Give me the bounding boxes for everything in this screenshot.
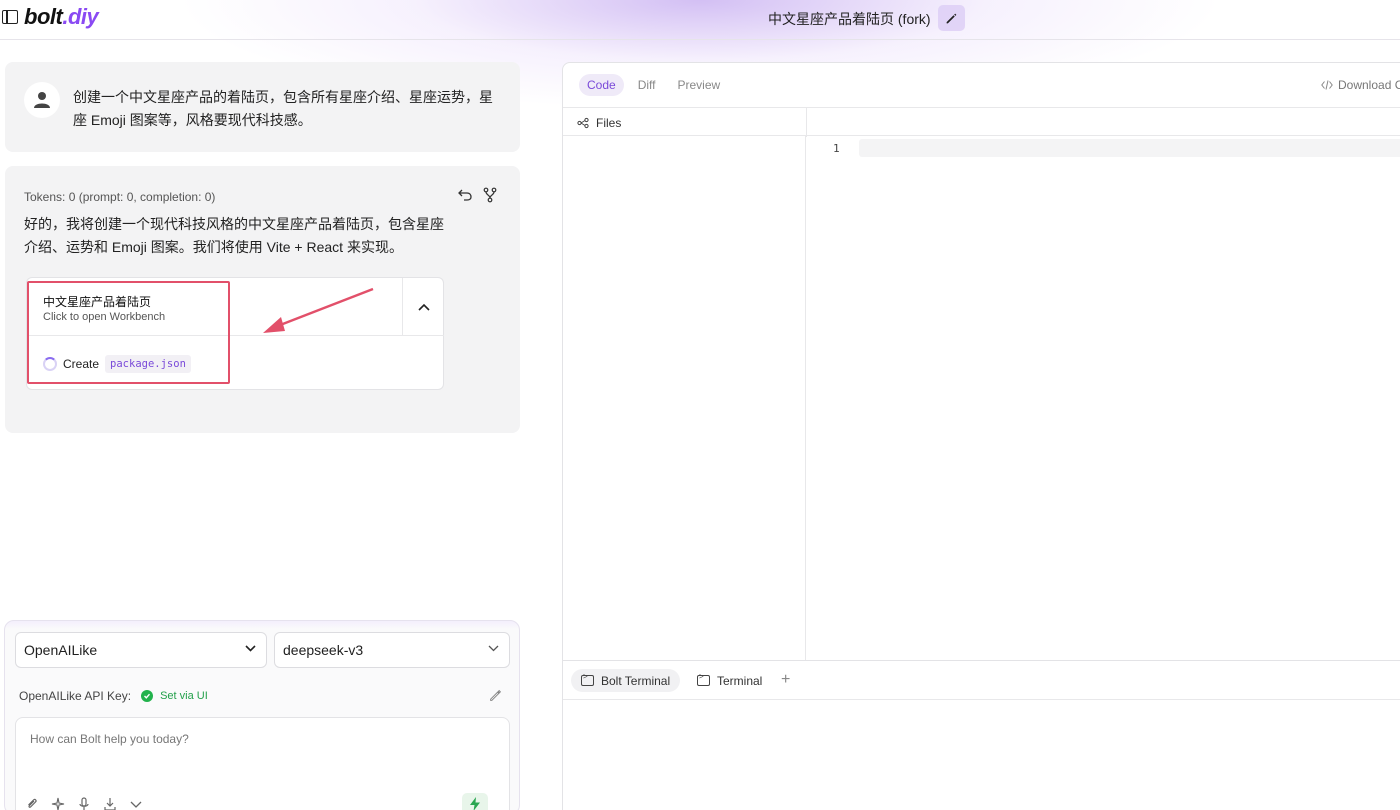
terminal-tabs: Bolt Terminal Terminal +	[563, 660, 1400, 700]
lightning-icon	[470, 797, 480, 810]
file-tree-icon	[577, 117, 589, 129]
workbench-tabs: Code Diff Preview	[579, 74, 734, 96]
chevron-up-icon	[417, 303, 430, 311]
chat-title: 中文星座产品着陆页 (fork)	[768, 11, 931, 27]
download-code-button[interactable]: Download C	[1321, 78, 1400, 92]
prompt-toolbar	[25, 797, 143, 810]
files-header: Files	[563, 107, 1400, 137]
download-icon[interactable]	[103, 797, 117, 810]
app-logo[interactable]: bolt.diy	[24, 4, 99, 30]
artifact-collapse-button[interactable]	[402, 278, 444, 336]
tab-terminal-label: Terminal	[717, 673, 763, 688]
workbench: Code Diff Preview Download C Files 1 Bol…	[562, 62, 1400, 810]
tab-preview[interactable]: Preview	[669, 74, 728, 96]
edit-title-button[interactable]	[938, 5, 965, 31]
user-message: 创建一个中文星座产品的着陆页，包含所有星座介绍、星座运势，星座 Emoji 图案…	[5, 62, 520, 152]
assistant-message-text: 好的，我将创建一个现代科技风格的中文星座产品着陆页，包含星座介绍、运势和 Emo…	[24, 216, 444, 255]
paperclip-icon[interactable]	[25, 797, 39, 810]
avatar	[24, 82, 60, 118]
active-line	[859, 139, 1400, 157]
annotation-highlight-box	[27, 281, 230, 384]
send-button[interactable]	[462, 793, 488, 810]
provider-select-value: OpenAILike	[24, 642, 98, 658]
line-number: 1	[833, 142, 840, 155]
user-icon	[34, 92, 50, 108]
terminal-icon	[581, 672, 594, 686]
tab-terminal[interactable]: Terminal	[687, 669, 772, 692]
app-header: bolt.diy 中文星座产品着陆页 (fork)	[0, 0, 1400, 40]
chat-input-panel: OpenAILike deepseek-v3 OpenAILike API Ke…	[4, 620, 520, 810]
code-editor[interactable]: 1	[807, 136, 1400, 660]
code-icon	[1321, 80, 1333, 90]
pencil-icon	[946, 13, 957, 23]
chevron-down-icon[interactable]	[129, 797, 143, 810]
chevron-down-icon	[488, 645, 499, 652]
provider-select[interactable]: OpenAILike	[15, 632, 267, 668]
tab-bolt-terminal[interactable]: Bolt Terminal	[571, 669, 681, 692]
prompt-input[interactable]	[30, 732, 490, 746]
add-terminal-button[interactable]: +	[781, 671, 790, 689]
terminal-icon	[697, 672, 710, 686]
download-code-label: Download C	[1338, 78, 1400, 92]
model-select[interactable]: deepseek-v3	[274, 632, 510, 668]
microphone-icon[interactable]	[77, 797, 91, 810]
files-label-text: Files	[596, 116, 622, 130]
api-key-status-row: OpenAILike API Key: Set via UI	[19, 689, 208, 703]
sparkle-icon[interactable]	[51, 797, 65, 810]
model-select-value: deepseek-v3	[283, 642, 364, 658]
undo-icon[interactable]	[457, 187, 473, 203]
tab-bolt-terminal-label: Bolt Terminal	[601, 673, 671, 688]
chevron-down-icon	[245, 645, 256, 652]
annotation-arrow-icon	[263, 287, 374, 333]
files-label: Files	[577, 116, 621, 130]
edit-api-key-icon[interactable]	[489, 689, 502, 702]
tab-diff[interactable]: Diff	[630, 74, 664, 96]
token-usage: Tokens: 0 (prompt: 0, completion: 0)	[24, 190, 216, 204]
sidebar-toggle-icon[interactable]	[2, 10, 18, 24]
api-key-label: OpenAILike API Key:	[19, 689, 132, 703]
files-divider	[806, 108, 807, 137]
tab-code[interactable]: Code	[579, 74, 624, 96]
user-message-text: 创建一个中文星座产品的着陆页，包含所有星座介绍、星座运势，星座 Emoji 图案…	[73, 89, 493, 128]
api-key-status: Set via UI	[160, 690, 208, 702]
check-circle-icon	[141, 690, 154, 702]
file-tree[interactable]	[563, 136, 806, 660]
fork-icon[interactable]	[482, 187, 498, 203]
